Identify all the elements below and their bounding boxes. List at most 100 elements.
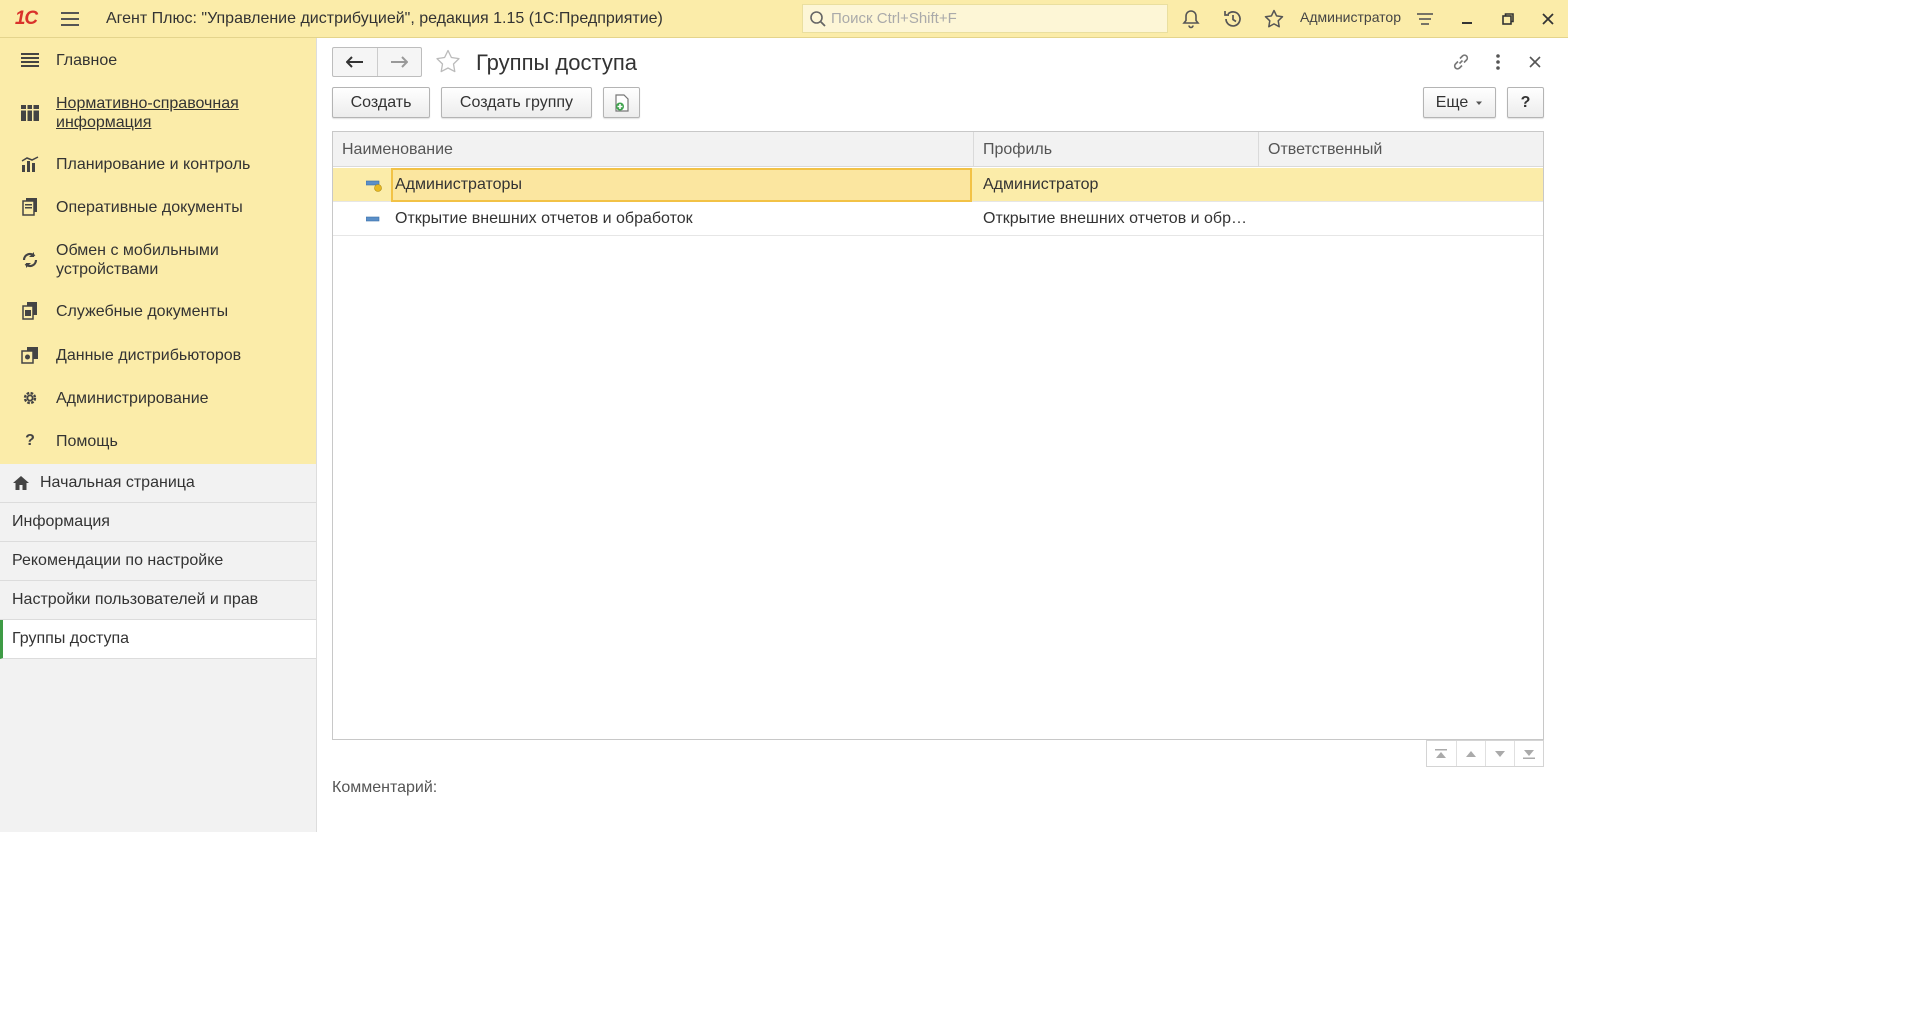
create-copy-button[interactable] bbox=[603, 87, 640, 118]
open-item-label: Рекомендации по настройке bbox=[12, 552, 224, 569]
cell-profile[interactable]: Администратор bbox=[983, 168, 1253, 202]
section-distributors[interactable]: Данные дистрибьюторов bbox=[0, 343, 316, 367]
access-groups-table[interactable]: Наименование Профиль Ответственный Админ… bbox=[332, 131, 1544, 740]
bell-icon[interactable] bbox=[1179, 7, 1203, 31]
section-label: Служебные документы bbox=[56, 302, 229, 320]
gear-icon bbox=[18, 386, 42, 410]
catalog-icon bbox=[18, 101, 42, 125]
comment-label: Комментарий: bbox=[332, 779, 438, 796]
scroll-down-button[interactable] bbox=[1484, 741, 1514, 766]
open-item-recommendations[interactable]: Рекомендации по настройке bbox=[0, 542, 316, 581]
open-item-label: Начальная страница bbox=[40, 474, 195, 491]
link-icon[interactable] bbox=[1449, 50, 1473, 74]
open-item-info[interactable]: Информация bbox=[0, 503, 316, 542]
navigation-buttons bbox=[332, 47, 422, 77]
settings-menu-icon[interactable] bbox=[1413, 7, 1437, 31]
scroll-to-top-button[interactable] bbox=[1427, 741, 1456, 766]
arrow-right-icon bbox=[391, 56, 409, 68]
column-header-responsible[interactable]: Ответственный bbox=[1259, 132, 1543, 167]
section-label: Главное bbox=[56, 51, 118, 69]
section-main[interactable]: Главное bbox=[0, 48, 316, 72]
section-label: Данные дистрибьюторов bbox=[56, 346, 242, 364]
create-group-button[interactable]: Создать группу bbox=[441, 87, 592, 118]
sections-panel: Главное Нормативно-справочная информация… bbox=[0, 38, 317, 832]
app-title: Агент Плюс: "Управление дистрибуцией", р… bbox=[106, 9, 663, 27]
section-label: Планирование и контроль bbox=[56, 155, 251, 173]
service-docs-icon bbox=[18, 299, 42, 323]
form-close-icon[interactable] bbox=[1523, 50, 1547, 74]
open-item-label: Группы доступа bbox=[12, 630, 130, 647]
search-input[interactable]: Поиск Ctrl+Shift+F bbox=[802, 4, 1168, 33]
page-title: Группы доступа bbox=[476, 50, 637, 75]
section-label: Администрирование bbox=[56, 389, 209, 407]
add-to-favorites-star-icon[interactable] bbox=[433, 47, 463, 77]
open-item-access-groups[interactable]: Группы доступа bbox=[0, 620, 316, 659]
section-operational-docs[interactable]: Оперативные документы bbox=[0, 195, 316, 219]
chevron-down-icon bbox=[1476, 101, 1483, 105]
forward-button[interactable] bbox=[376, 48, 421, 76]
search-icon bbox=[810, 10, 826, 27]
help-icon: ? bbox=[25, 432, 35, 449]
main-menu-icon[interactable] bbox=[52, 0, 88, 38]
form-area: Группы доступа Создать Создать группу Ещ… bbox=[317, 38, 1568, 832]
open-item-label: Информация bbox=[12, 513, 110, 530]
section-administration[interactable]: Администрирование bbox=[0, 386, 316, 410]
more-button[interactable]: Еще bbox=[1423, 87, 1496, 118]
section-label: Помощь bbox=[56, 432, 118, 450]
section-reference-info[interactable]: Нормативно-справочная информация bbox=[0, 93, 316, 133]
restore-icon[interactable] bbox=[1496, 7, 1520, 31]
favorites-star-icon[interactable] bbox=[1262, 7, 1286, 31]
more-button-label: Еще bbox=[1435, 93, 1469, 111]
chart-icon bbox=[18, 152, 42, 176]
open-item-user-settings[interactable]: Настройки пользователей и прав bbox=[0, 581, 316, 620]
arrow-left-icon bbox=[345, 56, 363, 68]
user-name[interactable]: Администратор bbox=[1300, 9, 1401, 25]
section-mobile-exchange[interactable]: Обмен с мобильными устройствами bbox=[0, 240, 316, 280]
scroll-bottom-icon bbox=[1522, 749, 1535, 759]
open-windows-panel: Начальная страница Информация Рекомендац… bbox=[0, 464, 316, 832]
search-placeholder: Поиск Ctrl+Shift+F bbox=[831, 10, 957, 27]
app-logo[interactable]: 1С bbox=[0, 0, 52, 38]
table-scroll-buttons bbox=[1426, 740, 1544, 767]
section-label: Обмен с мобильными устройствами bbox=[56, 242, 219, 278]
section-help[interactable]: ? Помощь bbox=[0, 429, 316, 453]
cell-profile[interactable]: Открытие внешних отчетов и обр… bbox=[983, 202, 1253, 236]
scroll-up-icon bbox=[1465, 750, 1476, 757]
section-label: Нормативно-справочная информация bbox=[56, 95, 239, 131]
more-vertical-icon[interactable] bbox=[1486, 50, 1510, 74]
home-icon bbox=[13, 476, 29, 490]
section-label: Оперативные документы bbox=[56, 198, 243, 216]
list-icon bbox=[18, 48, 42, 72]
create-button[interactable]: Создать bbox=[332, 87, 430, 118]
history-icon[interactable] bbox=[1221, 7, 1245, 31]
column-header-name[interactable]: Наименование bbox=[333, 132, 974, 167]
section-planning[interactable]: Планирование и контроль bbox=[0, 152, 316, 176]
table-row[interactable]: Администраторы Администратор bbox=[333, 168, 1543, 202]
table-row[interactable]: Открытие внешних отчетов и обработок Отк… bbox=[333, 202, 1543, 236]
title-bar: 1С Агент Плюс: "Управление дистрибуцией"… bbox=[0, 0, 1568, 38]
group-with-profile-icon bbox=[366, 180, 382, 192]
scroll-to-bottom-button[interactable] bbox=[1513, 741, 1543, 766]
scroll-top-icon bbox=[1435, 748, 1448, 758]
scroll-up-button[interactable] bbox=[1455, 741, 1485, 766]
scroll-down-icon bbox=[1494, 750, 1505, 757]
sync-icon bbox=[18, 248, 42, 272]
cell-name[interactable]: Администраторы bbox=[391, 168, 972, 202]
open-item-label: Настройки пользователей и прав bbox=[12, 591, 259, 608]
cell-responsible[interactable] bbox=[1268, 168, 1538, 202]
table-header: Наименование Профиль Ответственный bbox=[333, 132, 1543, 167]
minimize-icon[interactable] bbox=[1455, 7, 1479, 31]
back-button[interactable] bbox=[333, 48, 377, 76]
help-button[interactable]: ? bbox=[1507, 87, 1544, 118]
cell-responsible[interactable] bbox=[1268, 202, 1538, 236]
open-item-home[interactable]: Начальная страница bbox=[0, 464, 316, 503]
documents-icon bbox=[18, 195, 42, 219]
distributors-icon bbox=[18, 343, 42, 367]
new-document-icon bbox=[614, 93, 629, 112]
group-icon bbox=[366, 216, 380, 222]
logo-text: 1С bbox=[14, 7, 38, 29]
column-header-profile[interactable]: Профиль bbox=[974, 132, 1259, 167]
close-icon[interactable] bbox=[1536, 7, 1560, 31]
cell-name[interactable]: Открытие внешних отчетов и обработок bbox=[395, 202, 970, 236]
section-service-docs[interactable]: Служебные документы bbox=[0, 299, 316, 323]
